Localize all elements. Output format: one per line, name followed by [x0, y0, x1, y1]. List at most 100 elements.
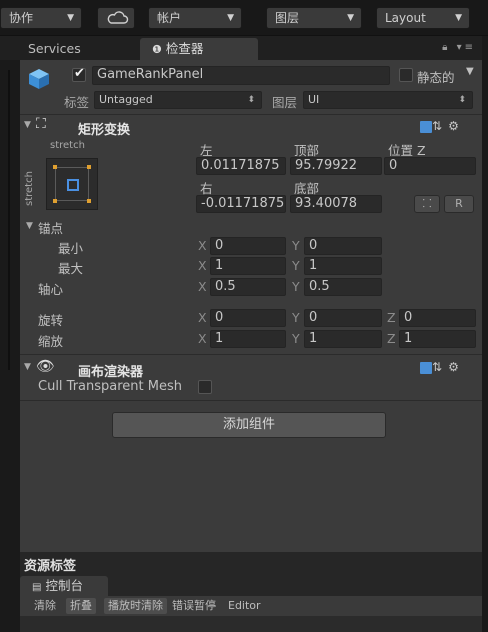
- rotation-z-input[interactable]: 0: [399, 309, 476, 327]
- layer-label: 图层: [272, 95, 298, 110]
- console-log-area: [20, 616, 482, 632]
- left-edge: [0, 60, 20, 632]
- anchor-corner: [87, 199, 91, 203]
- add-component-button[interactable]: 添加组件: [112, 412, 386, 438]
- error-pause-button[interactable]: 错误暂停: [168, 598, 220, 614]
- chevron-updown-icon: ⬍: [247, 95, 255, 105]
- collab-dropdown[interactable]: 协作 ▼: [0, 7, 82, 29]
- right-input[interactable]: -0.01171875: [196, 195, 286, 213]
- pivot-label: 轴心: [38, 282, 64, 297]
- scale-x-input[interactable]: 1: [210, 330, 286, 348]
- foldout-arrow-icon[interactable]: ▼: [26, 221, 33, 231]
- scale-z-input[interactable]: 1: [399, 330, 476, 348]
- collab-label: 协作: [9, 11, 34, 25]
- tab-services-label: Services: [28, 41, 81, 56]
- cloud-button[interactable]: [97, 7, 135, 29]
- chevron-down-icon: ▼: [227, 13, 234, 23]
- preset-sliders-icon[interactable]: ⇅: [432, 119, 448, 133]
- blueprint-mode-button[interactable]: ⸬: [414, 195, 440, 213]
- console-toolbar: 清除 折叠 播放时清除 错误暂停 Editor: [20, 596, 482, 616]
- layout-dropdown[interactable]: Layout ▼: [376, 7, 470, 29]
- chevron-updown-icon: ⬍: [458, 95, 466, 105]
- active-checkbox[interactable]: [72, 66, 86, 82]
- axis-x-label: X: [198, 258, 207, 273]
- foldout-arrow-icon[interactable]: ▼: [24, 120, 31, 130]
- static-checkbox[interactable]: [399, 68, 413, 82]
- foldout-arrow-icon[interactable]: ▼: [24, 362, 31, 372]
- rect-transform-icon: ⛶: [36, 116, 46, 132]
- editor-button[interactable]: Editor: [224, 598, 265, 614]
- anchor-max-x-input[interactable]: 1: [210, 257, 286, 275]
- inspector-panel: GameRankPanel 静态的 ▼ 标签 Untagged ⬍ 图层 UI …: [20, 60, 482, 552]
- clear-on-play-button[interactable]: 播放时清除: [104, 598, 167, 614]
- rotation-y-input[interactable]: 0: [304, 309, 382, 327]
- pivot-x-input[interactable]: 0.5: [210, 278, 286, 296]
- anchor-frame: [53, 165, 91, 203]
- account-dropdown[interactable]: 帐户 ▼: [148, 7, 242, 29]
- help-book-icon[interactable]: [420, 361, 432, 374]
- gear-icon[interactable]: ⚙: [448, 119, 465, 133]
- static-label: 静态的: [417, 70, 455, 85]
- chevron-down-icon[interactable]: ▼: [466, 66, 474, 77]
- anchor-max-y-input[interactable]: 1: [304, 257, 382, 275]
- clear-button[interactable]: 清除: [30, 598, 60, 614]
- cull-transparent-mesh-label: Cull Transparent Mesh: [38, 379, 182, 394]
- eye-icon: 👁︎: [36, 357, 56, 375]
- rect-transform-title: 矩形变换: [78, 123, 131, 138]
- axis-x-label: X: [198, 238, 207, 253]
- chevron-down-icon: ▼: [347, 13, 354, 23]
- raw-edit-button[interactable]: R: [444, 195, 474, 213]
- layer-dropdown[interactable]: UI ⬍: [303, 91, 473, 109]
- pivot-y-input[interactable]: 0.5: [304, 278, 382, 296]
- canvas-renderer-title: 画布渲染器: [78, 365, 144, 380]
- axis-x-label: X: [198, 279, 207, 294]
- posz-input[interactable]: 0: [384, 157, 476, 175]
- left-input[interactable]: 0.01171875: [196, 157, 286, 175]
- console-icon: ▤: [32, 582, 42, 593]
- lock-icon[interactable]: 🔒︎ ▾≡: [442, 42, 476, 53]
- tab-services[interactable]: Services: [28, 38, 118, 60]
- component-icons: ⇅⚙: [420, 360, 465, 374]
- scale-y-input[interactable]: 1: [304, 330, 382, 348]
- anchor-min-y-input[interactable]: 0: [304, 237, 382, 255]
- anchor-corner: [53, 165, 57, 169]
- anchor-center-icon: [67, 179, 79, 191]
- anchor-preset-top-label: stretch: [50, 140, 85, 151]
- top-input[interactable]: 95.79922: [290, 157, 382, 175]
- rotation-x-input[interactable]: 0: [210, 309, 286, 327]
- bottom-input[interactable]: 93.40078: [290, 195, 382, 213]
- layers-label: 图层: [275, 11, 300, 25]
- tab-bar: Services ❶ 检查器 🔒︎ ▾≡: [0, 36, 488, 60]
- top-toolbar: 协作 ▼ 帐户 ▼ 图层 ▼ Layout ▼: [0, 0, 488, 36]
- gameobject-cube-icon: [29, 69, 49, 89]
- divider: [20, 354, 482, 355]
- collapse-button[interactable]: 折叠: [66, 598, 96, 614]
- tab-console[interactable]: ▤ 控制台: [20, 576, 108, 596]
- layout-label: Layout: [385, 11, 426, 25]
- anchor-corner: [53, 199, 57, 203]
- console-tab-label: 控制台: [45, 578, 83, 593]
- divider: [20, 114, 482, 115]
- anchor-preset-side-label: stretch: [24, 171, 35, 206]
- cull-transparent-mesh-checkbox[interactable]: [198, 380, 212, 394]
- anchors-label: 锚点: [38, 221, 64, 236]
- anchor-min-x-input[interactable]: 0: [210, 237, 286, 255]
- info-icon: ❶: [152, 43, 162, 56]
- divider: [20, 400, 482, 401]
- anchor-presets-button[interactable]: [46, 158, 98, 210]
- right-edge: [482, 36, 488, 632]
- axis-y-label: Y: [292, 279, 300, 294]
- tab-inspector-label: 检查器: [165, 41, 204, 56]
- object-name-input[interactable]: GameRankPanel: [92, 66, 390, 85]
- help-book-icon[interactable]: [420, 120, 432, 133]
- layers-dropdown[interactable]: 图层 ▼: [266, 7, 362, 29]
- tab-inspector[interactable]: ❶ 检查器: [140, 38, 258, 60]
- chevron-down-icon: ▼: [455, 13, 462, 23]
- preset-sliders-icon[interactable]: ⇅: [432, 360, 448, 374]
- gear-icon[interactable]: ⚙: [448, 360, 465, 374]
- anchor-corner: [87, 165, 91, 169]
- tag-dropdown[interactable]: Untagged ⬍: [94, 91, 262, 109]
- bottom-area: 资源标签 ▤ 控制台 清除 折叠 播放时清除 错误暂停 Editor: [20, 552, 482, 632]
- axis-y-label: Y: [292, 238, 300, 253]
- asset-labels-title: 资源标签: [24, 559, 77, 574]
